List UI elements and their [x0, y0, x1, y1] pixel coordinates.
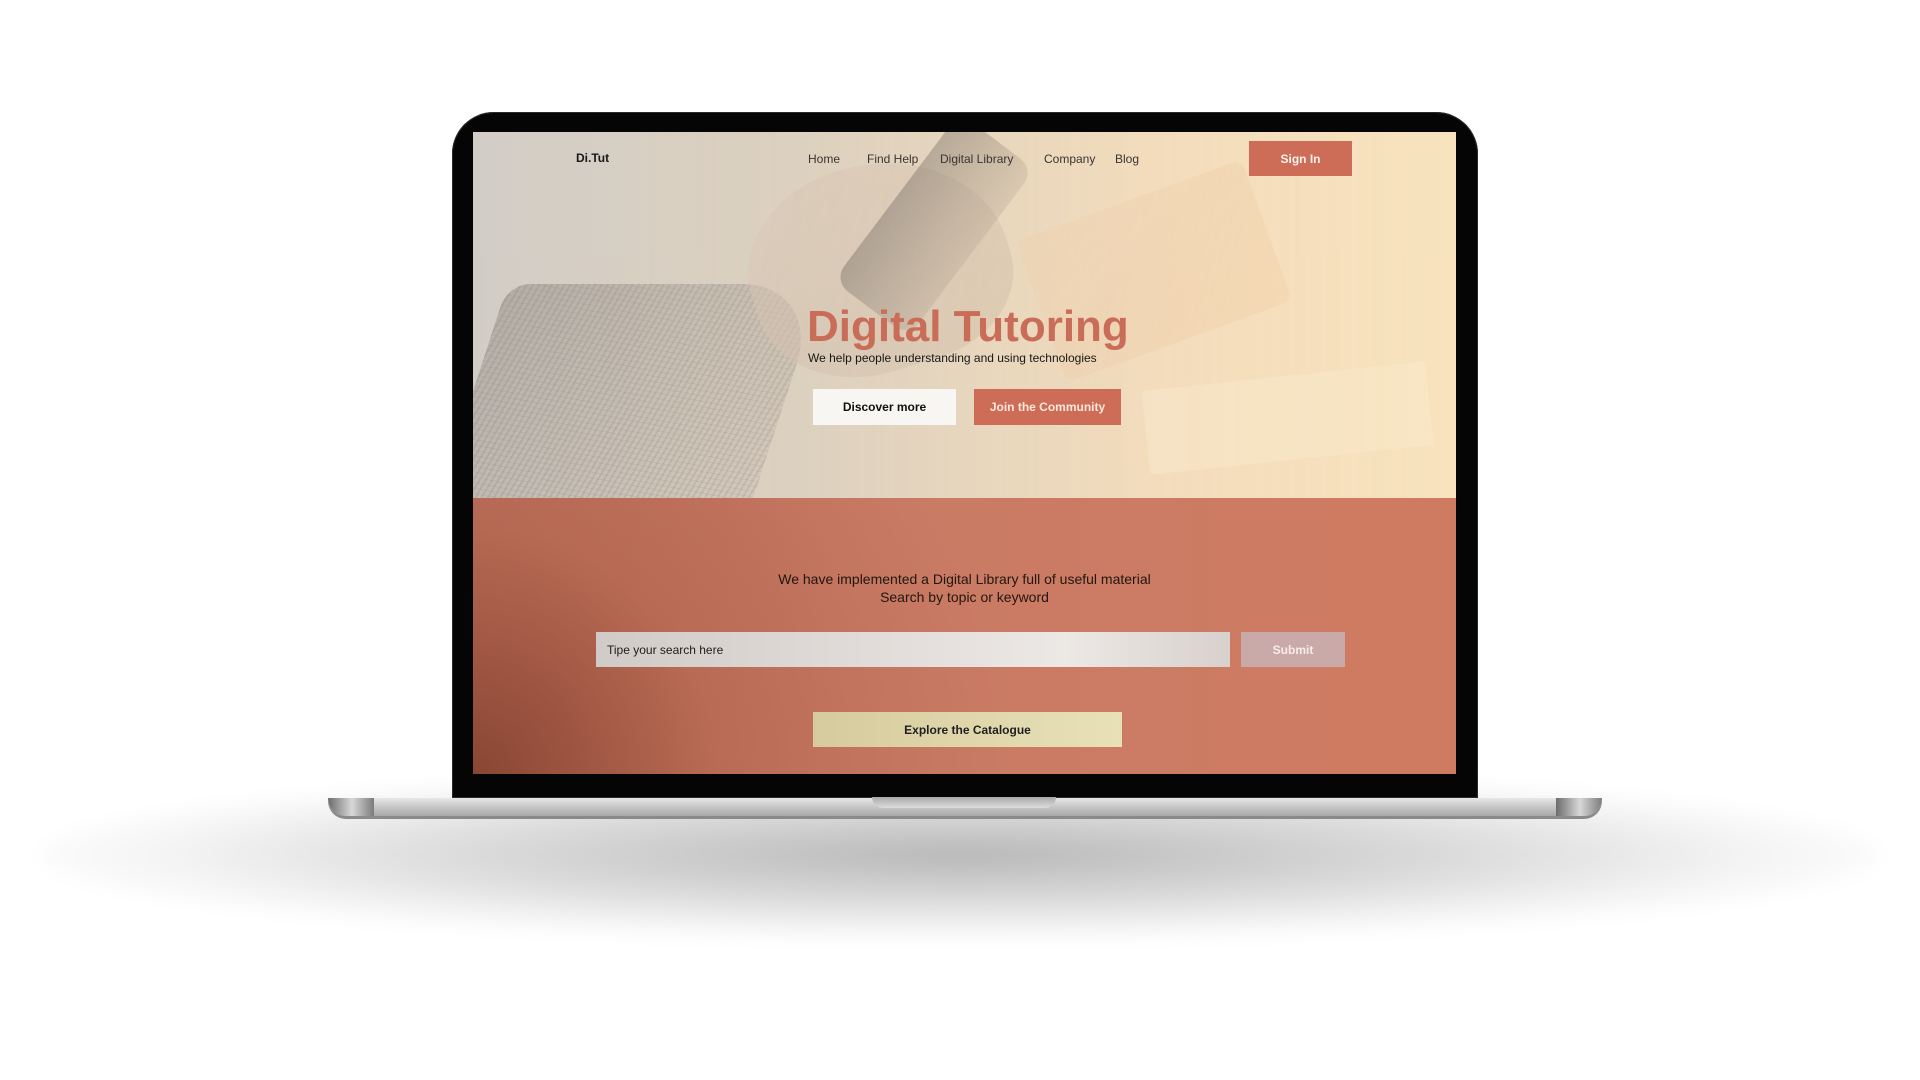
- library-heading-line-1: We have implemented a Digital Library fu…: [778, 571, 1151, 587]
- laptop-mockup-scene: Di.Tut Home Find Help Digital Library Co…: [0, 0, 1920, 1080]
- hero-subtitle: We help people understanding and using t…: [808, 351, 1097, 365]
- nav-find-help-link[interactable]: Find Help: [867, 152, 918, 166]
- hero-title: Digital Tutoring: [807, 302, 1129, 352]
- join-community-button[interactable]: Join the Community: [974, 389, 1121, 425]
- laptop-hinge-notch: [872, 797, 1056, 808]
- site-logo[interactable]: Di.Tut: [576, 151, 609, 165]
- hero-section: Di.Tut Home Find Help Digital Library Co…: [473, 132, 1456, 498]
- digital-library-section: We have implemented a Digital Library fu…: [473, 498, 1456, 774]
- search-submit-button[interactable]: Submit: [1241, 632, 1345, 667]
- nav-blog-link[interactable]: Blog: [1115, 152, 1139, 166]
- explore-catalogue-button[interactable]: Explore the Catalogue: [813, 712, 1122, 747]
- sign-in-button[interactable]: Sign In: [1249, 141, 1352, 176]
- library-search-input[interactable]: [596, 632, 1230, 667]
- nav-home-link[interactable]: Home: [808, 152, 840, 166]
- top-navigation: Di.Tut Home Find Help Digital Library Co…: [473, 132, 1456, 188]
- laptop-screen: Di.Tut Home Find Help Digital Library Co…: [473, 132, 1456, 774]
- library-heading-line-2: Search by topic or keyword: [880, 589, 1049, 605]
- nav-company-link[interactable]: Company: [1044, 152, 1095, 166]
- library-heading: We have implemented a Digital Library fu…: [473, 570, 1456, 606]
- nav-digital-library-link[interactable]: Digital Library: [940, 152, 1013, 166]
- discover-more-button[interactable]: Discover more: [813, 389, 956, 425]
